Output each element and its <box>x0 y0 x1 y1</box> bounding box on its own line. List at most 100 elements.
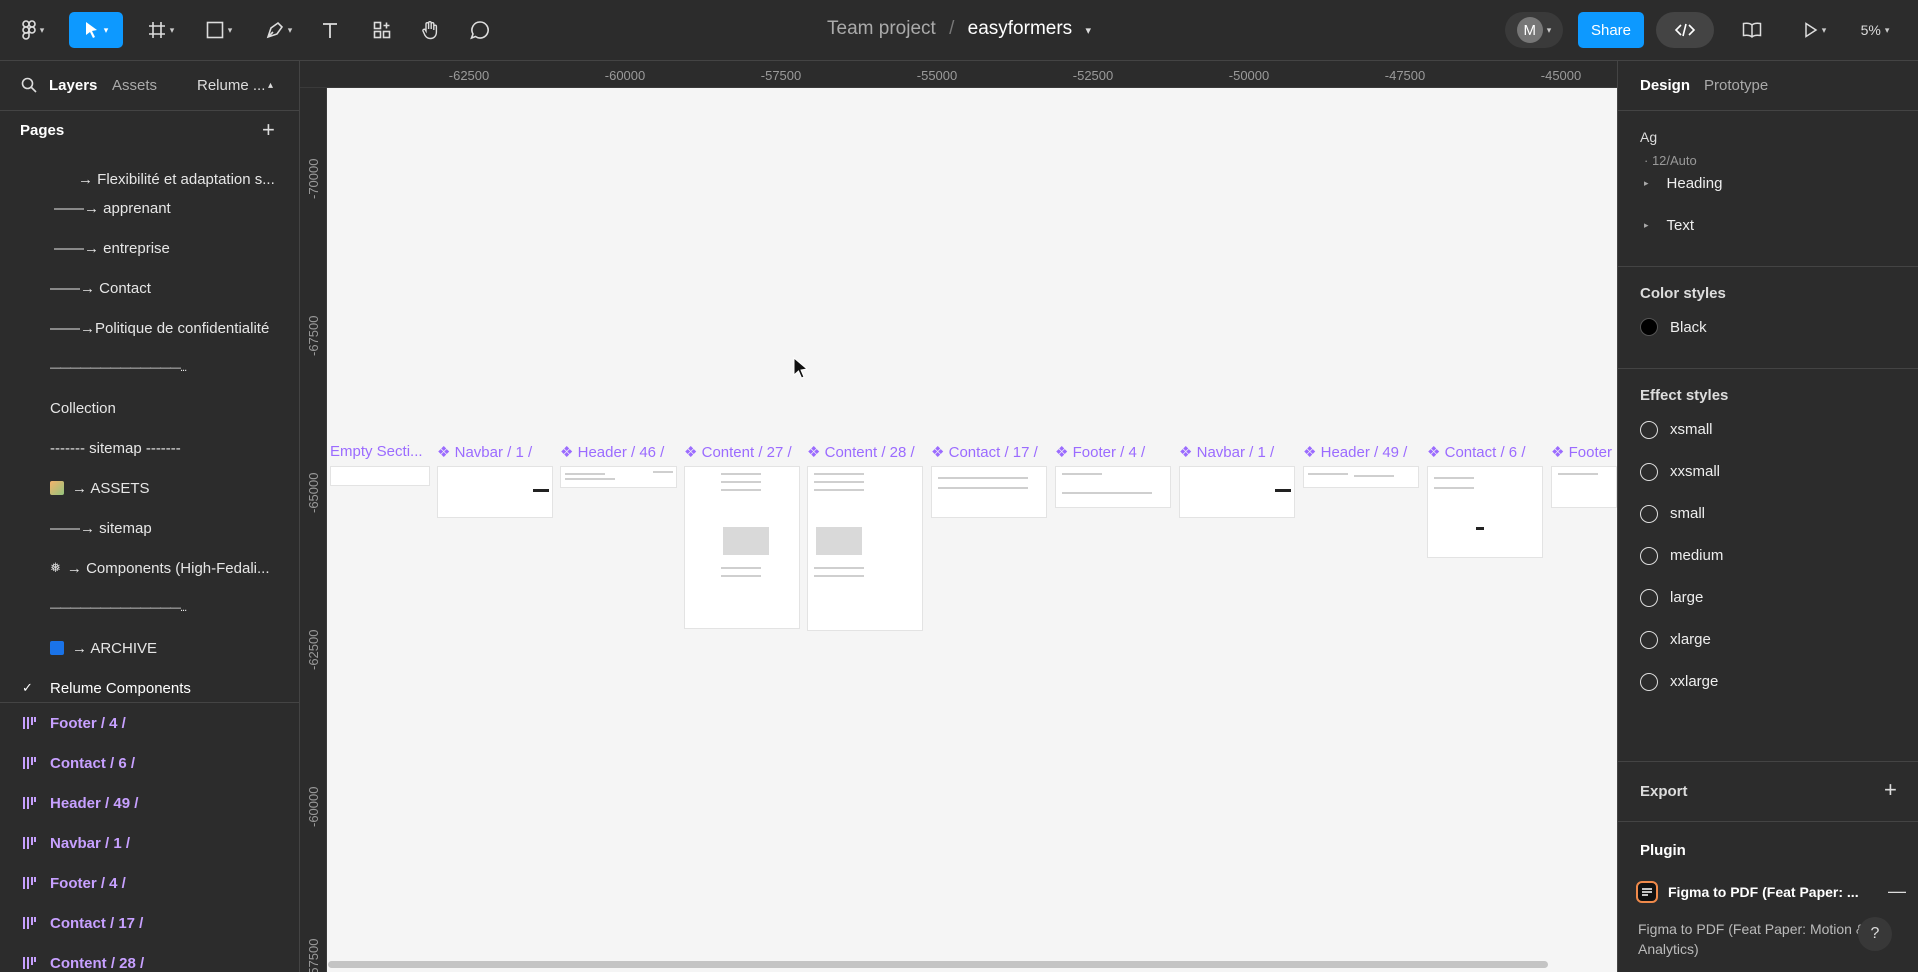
page-item[interactable]: → Flexibilité et adaptation s... <box>0 164 299 188</box>
main-menu-button[interactable]: ▾ <box>14 12 52 48</box>
tab-layers[interactable]: Layers <box>49 77 97 94</box>
zoom-dropdown[interactable]: 5% ▾ <box>1850 12 1900 48</box>
layer-item[interactable]: Content / 28 / <box>0 943 299 972</box>
library-selector[interactable]: Relume ... <box>197 77 265 94</box>
present-button[interactable]: ▾ <box>1795 12 1835 48</box>
components-icon <box>373 21 391 39</box>
page-item[interactable]: → ASSETS <box>0 468 299 508</box>
chevron-right-icon[interactable]: ▸ <box>1644 220 1649 231</box>
chevron-right-icon[interactable]: ▸ <box>1644 178 1649 189</box>
page-item[interactable]: —————————————... <box>0 588 299 628</box>
text-tool-button[interactable] <box>316 12 344 48</box>
page-item[interactable]: ——→ Contact <box>0 268 299 308</box>
frame-footer-partial[interactable] <box>1551 466 1617 508</box>
comment-tool-button[interactable] <box>466 12 494 48</box>
page-item[interactable]: → ARCHIVE <box>0 628 299 668</box>
layer-item[interactable]: Header / 49 / <box>0 783 299 823</box>
page-item[interactable]: —————————————... <box>0 348 299 388</box>
frame-label[interactable]: Empty Secti... <box>330 443 423 460</box>
frame-label[interactable]: ❖ Contact / 17 / <box>931 443 1038 461</box>
effect-style-item[interactable]: medium <box>1618 534 1918 576</box>
drop-shadow-icon <box>1640 589 1658 607</box>
effect-style-item[interactable]: xsmall <box>1618 408 1918 450</box>
frame-header-49[interactable] <box>1303 466 1419 488</box>
chevron-up-icon[interactable]: ▴ <box>268 80 273 91</box>
frame-contact-17[interactable] <box>931 466 1047 518</box>
frame-label[interactable]: ❖ Content / 28 / <box>807 443 915 461</box>
help-button[interactable]: ? <box>1858 917 1892 951</box>
text-style-text[interactable]: ▸ Text <box>1644 207 1914 243</box>
frame-content-28[interactable] <box>807 466 923 631</box>
move-tool-button[interactable]: ▾ <box>69 12 123 48</box>
frame-label[interactable]: ❖ Navbar / 1 / <box>437 443 532 461</box>
page-item[interactable]: ——→ apprenant <box>0 188 299 228</box>
frame-label[interactable]: ❖ Content / 27 / <box>684 443 792 461</box>
page-item[interactable]: ——→ entreprise <box>0 228 299 268</box>
assets-emoji-icon <box>50 481 64 495</box>
layer-item[interactable]: Footer / 4 / <box>0 863 299 903</box>
effect-style-item[interactable]: xxlarge <box>1618 660 1918 702</box>
tab-assets[interactable]: Assets <box>112 77 157 94</box>
frame-navbar-2[interactable] <box>1179 466 1295 518</box>
layer-item[interactable]: Contact / 6 / <box>0 743 299 783</box>
effect-style-item[interactable]: xxsmall <box>1618 450 1918 492</box>
frame-footer-4[interactable] <box>1055 466 1171 508</box>
frame-label[interactable]: ❖ Header / 49 / <box>1303 443 1407 461</box>
page-item[interactable]: ——→ sitemap <box>0 508 299 548</box>
horizontal-scrollbar[interactable] <box>328 961 1548 968</box>
add-export-icon[interactable]: + <box>1884 777 1897 803</box>
code-icon <box>1674 23 1696 37</box>
share-button[interactable]: Share <box>1578 12 1644 48</box>
section-icon <box>23 797 36 809</box>
effect-style-item[interactable]: large <box>1618 576 1918 618</box>
add-page-icon[interactable]: + <box>262 117 275 143</box>
ruler-tick: -60000 <box>300 787 327 827</box>
search-icon[interactable] <box>21 77 37 97</box>
page-item[interactable]: ------- sitemap ------- <box>0 428 299 468</box>
frame-label[interactable]: ❖ Contact / 6 / <box>1427 443 1526 461</box>
plugin-title: Plugin <box>1640 842 1686 859</box>
hand-tool-button[interactable] <box>416 12 444 48</box>
ruler-tick: -60000 <box>604 68 646 83</box>
plugin-item[interactable]: Figma to PDF (Feat Paper: ... — <box>1618 869 1918 919</box>
page-item[interactable]: ——→Politique de confidentialité <box>0 308 299 348</box>
frame-content-27[interactable] <box>684 466 800 629</box>
layer-item[interactable]: Navbar / 1 / <box>0 823 299 863</box>
page-item[interactable]: Collection <box>0 388 299 428</box>
dev-mode-toggle[interactable] <box>1656 12 1714 48</box>
frame-header[interactable] <box>560 466 677 488</box>
frame-label[interactable]: ❖ Footer <box>1551 443 1612 461</box>
frame-contact-6[interactable] <box>1427 466 1543 558</box>
section-icon <box>23 757 36 769</box>
drop-shadow-icon <box>1640 505 1658 523</box>
ruler-tick: -70000 <box>300 159 327 199</box>
ruler-tick: -45000 <box>1540 68 1582 83</box>
frame-navbar[interactable] <box>437 466 553 518</box>
shape-tool-button[interactable]: ▾ <box>198 12 240 48</box>
effect-style-item[interactable]: xlarge <box>1618 618 1918 660</box>
tab-design[interactable]: Design <box>1640 77 1690 94</box>
page-item[interactable]: ❅ → Components (High-Fedali... <box>0 548 299 588</box>
effect-style-item[interactable]: small <box>1618 492 1918 534</box>
team-breadcrumb[interactable]: Team project <box>827 18 936 39</box>
tab-prototype[interactable]: Prototype <box>1704 77 1768 94</box>
pen-tool-button[interactable]: ▾ <box>258 12 300 48</box>
frame-tool-button[interactable]: ▾ <box>140 12 182 48</box>
canvas[interactable]: -62500 -60000 -57500 -55000 -52500 -5000… <box>300 61 1617 972</box>
ruler-tick: -50000 <box>1228 68 1270 83</box>
file-name[interactable]: easyformers <box>968 18 1073 39</box>
layer-item[interactable]: Footer / 4 / <box>0 703 299 743</box>
frame-label[interactable]: ❖ Header / 46 / <box>560 443 664 461</box>
chevron-down-icon[interactable]: ▾ <box>1085 25 1091 37</box>
frame-label[interactable]: ❖ Navbar / 1 / <box>1179 443 1274 461</box>
ruler-tick: -67500 <box>300 316 327 356</box>
text-style-heading[interactable]: ▸ Heading <box>1644 165 1914 201</box>
user-avatar-button[interactable]: M ▾ <box>1505 12 1563 48</box>
resources-button[interactable] <box>368 12 396 48</box>
frame-label[interactable]: ❖ Footer / 4 / <box>1055 443 1145 461</box>
frame-empty-section[interactable] <box>330 466 430 486</box>
minus-icon[interactable]: — <box>1888 881 1906 902</box>
layer-item[interactable]: Contact / 17 / <box>0 903 299 943</box>
color-style-black[interactable]: Black <box>1618 306 1918 348</box>
library-button[interactable] <box>1738 12 1766 48</box>
